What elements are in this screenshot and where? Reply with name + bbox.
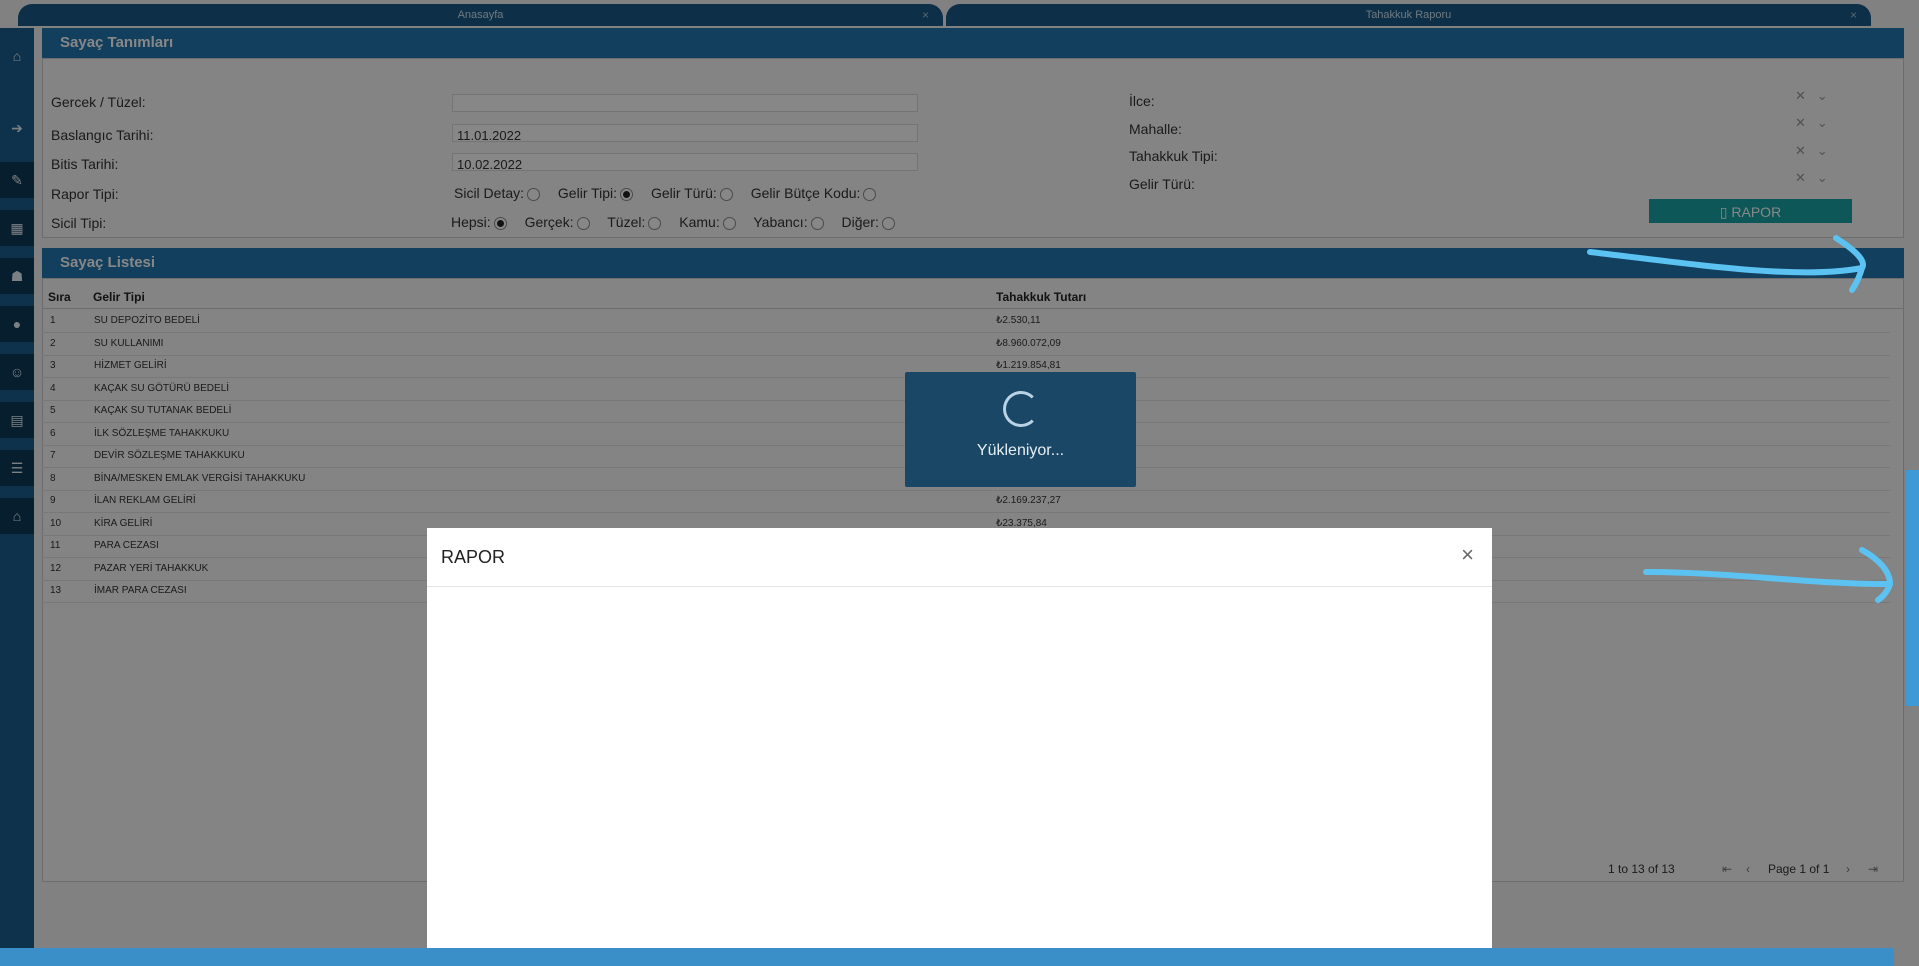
annotation-arrows: [1587, 235, 1894, 603]
annotation-arrow: [1643, 547, 1894, 603]
annotation-arrow: [1587, 235, 1866, 293]
